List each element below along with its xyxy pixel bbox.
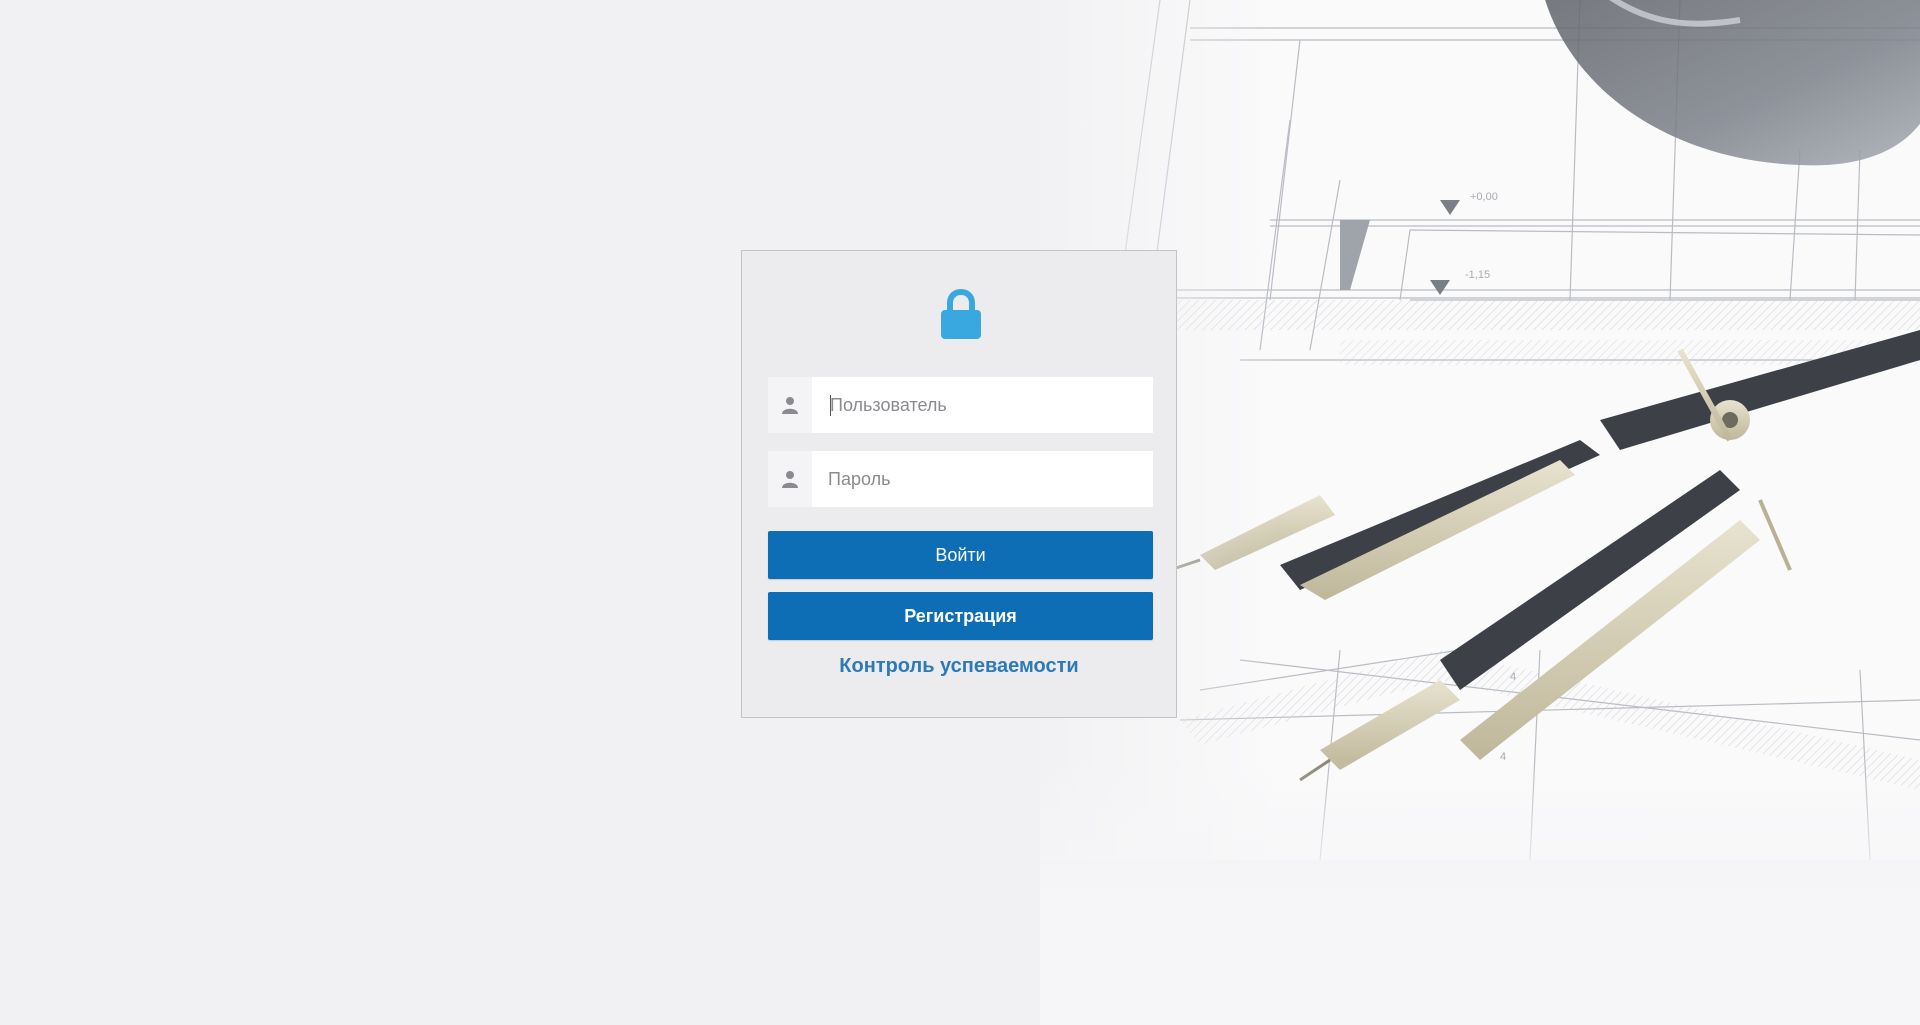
username-icon-box xyxy=(768,377,812,433)
progress-control-link[interactable]: Контроль успеваемости xyxy=(742,655,1176,678)
login-panel: Войти Регистрация Контроль успеваемости xyxy=(741,250,1177,718)
lock-icon xyxy=(941,289,981,339)
password-field xyxy=(768,451,1153,507)
user-icon xyxy=(782,397,798,414)
svg-text:4: 4 xyxy=(1510,671,1516,683)
password-input[interactable] xyxy=(812,452,1153,506)
svg-text:+0,00: +0,00 xyxy=(1470,191,1498,203)
password-icon-box xyxy=(768,451,812,507)
user-icon xyxy=(782,471,798,488)
background-fade-bottom xyxy=(1040,760,1920,1025)
username-field xyxy=(768,377,1153,433)
username-input[interactable] xyxy=(812,378,1153,432)
text-caret xyxy=(830,395,831,416)
svg-text:-1,15: -1,15 xyxy=(1465,269,1490,281)
register-button[interactable]: Регистрация xyxy=(768,592,1153,640)
login-page: +0,00 -1,15 4 4 Пользователь Войти Регис… xyxy=(0,0,1920,1025)
login-button[interactable]: Войти xyxy=(768,531,1153,579)
